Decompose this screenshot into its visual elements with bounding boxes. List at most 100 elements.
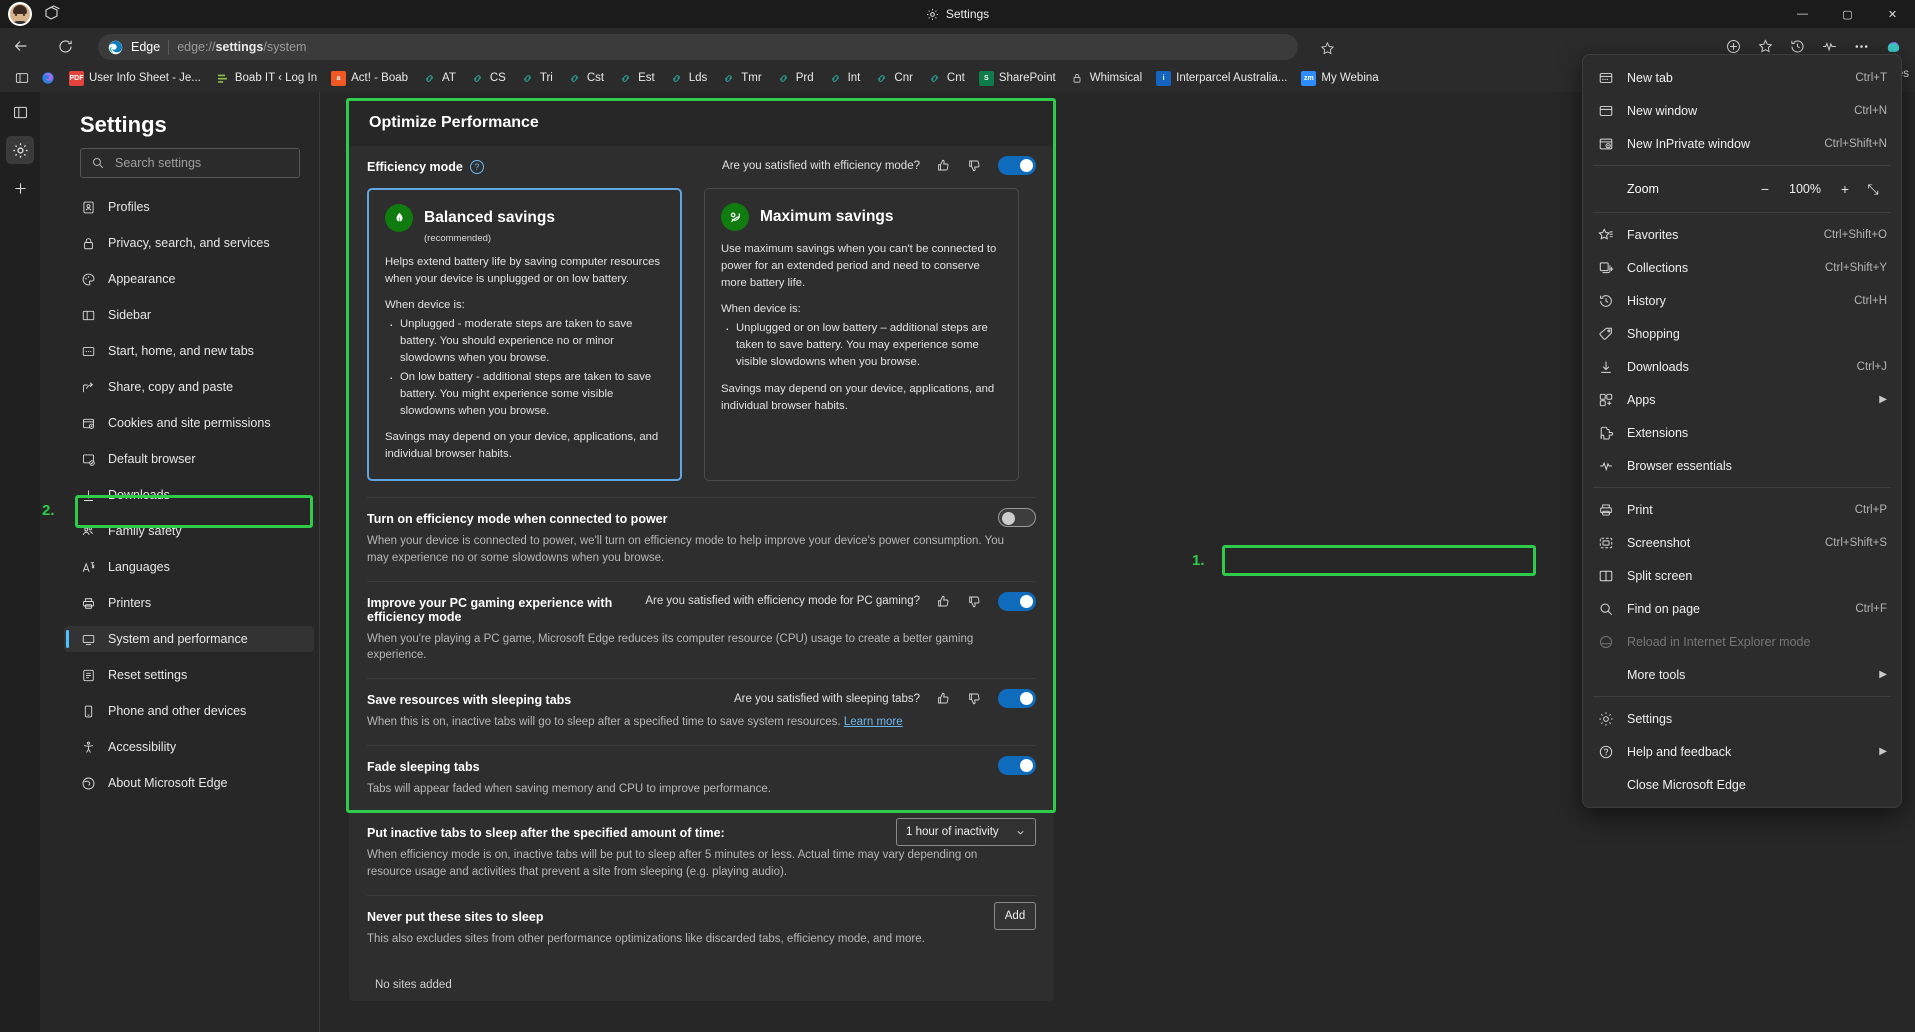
menu-item-apps[interactable]: Apps ▶	[1583, 383, 1901, 416]
bookmark-item[interactable]: Cst	[560, 67, 611, 89]
bookmark-item[interactable]: i Interparcel Australia...	[1149, 67, 1294, 89]
menu-item-favorites[interactable]: Favorites Ctrl+Shift+O	[1583, 218, 1901, 251]
thumbs-down-icon[interactable]	[967, 594, 982, 609]
heartbeat-icon	[1597, 457, 1614, 474]
menu-item-collections[interactable]: Collections Ctrl+Shift+Y	[1583, 251, 1901, 284]
sidebar-item-label: Privacy, search, and services	[108, 236, 270, 250]
menu-item-screenshot[interactable]: Screenshot Ctrl+Shift+S	[1583, 526, 1901, 559]
setting-toggle[interactable]	[998, 689, 1036, 708]
default-browser-icon	[80, 451, 96, 467]
menu-item-close-microsoft-edge[interactable]: Close Microsoft Edge	[1583, 768, 1901, 801]
tab-actions-icon[interactable]	[6, 98, 34, 126]
thumbs-down-icon[interactable]	[967, 691, 982, 706]
family-icon	[80, 523, 96, 539]
sidebar-item-about-microsoft-edge[interactable]: About Microsoft Edge	[64, 770, 314, 796]
bookmark-item[interactable]: Tmr	[714, 67, 768, 89]
bookmark-item[interactable]: AT	[415, 67, 463, 89]
sidebar-item-privacy-search-and-services[interactable]: Privacy, search, and services	[64, 230, 314, 256]
zoom-out-button[interactable]: −	[1751, 176, 1779, 202]
efficiency-mode-toggle[interactable]	[998, 156, 1036, 175]
bookmark-item[interactable]: S SharePoint	[972, 67, 1063, 89]
menu-item-settings[interactable]: Settings	[1583, 702, 1901, 735]
menu-item-more-tools[interactable]: More tools ▶	[1583, 658, 1901, 691]
bookmark-item[interactable]	[36, 67, 62, 89]
sidebar-item-appearance[interactable]: Appearance	[64, 266, 314, 292]
setting-row: Save resources with sleeping tabs When th…	[367, 679, 1036, 746]
sidebar-item-downloads[interactable]: Downloads	[64, 482, 314, 508]
menu-item-find-on-page[interactable]: Find on page Ctrl+F	[1583, 592, 1901, 625]
sidebar-item-accessibility[interactable]: Accessibility	[64, 734, 314, 760]
menu-item-downloads[interactable]: Downloads Ctrl+J	[1583, 350, 1901, 383]
setting-toggle[interactable]	[998, 591, 1036, 611]
minimize-button[interactable]: —	[1780, 0, 1825, 28]
maximize-button[interactable]: ▢	[1825, 0, 1870, 28]
sidebar-item-languages[interactable]: Languages	[64, 554, 314, 580]
row-description: When this is on, inactive tabs will go t…	[367, 714, 1007, 731]
sidebar-item-cookies-and-site-permissions[interactable]: Cookies and site permissions	[64, 410, 314, 436]
bookmark-item[interactable]: Tri	[513, 67, 560, 89]
bookmark-item[interactable]: Prd	[769, 67, 821, 89]
sidebar-item-default-browser[interactable]: Default browser	[64, 446, 314, 472]
sidebar-item-sidebar[interactable]: Sidebar	[64, 302, 314, 328]
bookmark-item[interactable]: Whimsical	[1063, 67, 1149, 89]
close-button[interactable]: ✕	[1870, 0, 1915, 28]
back-icon[interactable]	[6, 31, 36, 61]
menu-item-label: Apps	[1627, 392, 1656, 407]
menu-item-new-window[interactable]: New window Ctrl+N	[1583, 94, 1901, 127]
thumbs-up-icon[interactable]	[936, 158, 951, 173]
setting-toggle[interactable]	[998, 755, 1036, 775]
thumbs-up-icon[interactable]	[936, 594, 951, 609]
menu-item-print[interactable]: Print Ctrl+P	[1583, 493, 1901, 526]
menu-item-help-and-feedback[interactable]: Help and feedback ▶	[1583, 735, 1901, 768]
sleep-timer-select[interactable]: 1 hour of inactivity	[896, 818, 1036, 847]
zoom-in-button[interactable]: +	[1831, 176, 1859, 202]
search-settings-box[interactable]	[80, 148, 300, 178]
bookmark-item[interactable]: Lds	[662, 67, 715, 89]
fullscreen-button[interactable]: ⤡	[1859, 176, 1887, 202]
bookmark-item[interactable]: a Act! - Boab	[324, 67, 415, 89]
thumbs-up-icon[interactable]	[936, 691, 951, 706]
add-tab-icon[interactable]	[6, 174, 34, 202]
bookmark-item[interactable]: zm My Webina	[1294, 67, 1385, 89]
settings-rail-icon[interactable]	[6, 136, 34, 164]
add-site-button[interactable]: Add	[994, 901, 1036, 930]
menu-item-label: Settings	[1627, 711, 1673, 726]
sidebar-item-system-and-performance[interactable]: System and performance	[64, 626, 314, 652]
help-icon[interactable]: ?	[469, 160, 484, 174]
bookmark-item[interactable]: CS	[463, 67, 513, 89]
sidebar-item-phone-and-other-devices[interactable]: Phone and other devices	[64, 698, 314, 724]
card-header: Balanced savings	[385, 204, 664, 232]
sidebar-item-printers[interactable]: Printers	[64, 590, 314, 616]
favorite-star-icon[interactable]	[1320, 41, 1335, 56]
bookmark-item[interactable]: Cnt	[920, 67, 972, 89]
sidebar-item-start-home-and-new-tabs[interactable]: Start, home, and new tabs	[64, 338, 314, 364]
savings-card-balanced[interactable]: Balanced savings (recommended) Helps exten…	[367, 188, 682, 482]
address-bar[interactable]: Edge edge://settings/system	[98, 34, 1298, 60]
sidebar-item-profiles[interactable]: Profiles	[64, 194, 314, 220]
sidebar-item-reset-settings[interactable]: Reset settings	[64, 662, 314, 688]
menu-item-reload-in-internet-explorer-mode[interactable]: Reload in Internet Explorer mode	[1583, 625, 1901, 658]
menu-item-new-inprivate-window[interactable]: New InPrivate window Ctrl+Shift+N	[1583, 127, 1901, 160]
learn-more-link[interactable]: Learn more	[844, 716, 903, 728]
setting-toggle[interactable]	[998, 508, 1036, 528]
menu-item-extensions[interactable]: Extensions	[1583, 416, 1901, 449]
bookmark-favicon	[567, 71, 582, 86]
menu-item-browser-essentials[interactable]: Browser essentials	[1583, 449, 1901, 482]
bookmark-item[interactable]: Cnr	[867, 67, 920, 89]
bookmark-item[interactable]: Boab IT ‹ Log In	[208, 67, 324, 89]
bookmark-item[interactable]: Int	[821, 67, 868, 89]
menu-item-shopping[interactable]: Shopping	[1583, 317, 1901, 350]
menu-item-history[interactable]: History Ctrl+H	[1583, 284, 1901, 317]
menu-item-split-screen[interactable]: Split screen	[1583, 559, 1901, 592]
bookmark-item[interactable]: Est	[611, 67, 662, 89]
refresh-icon[interactable]	[50, 31, 80, 61]
search-input[interactable]	[115, 156, 285, 170]
thumbs-down-icon[interactable]	[967, 158, 982, 173]
sidebar-item-share-copy-and-paste[interactable]: Share, copy and paste	[64, 374, 314, 400]
bookmark-manager-icon[interactable]	[8, 66, 36, 90]
bookmark-item[interactable]: PDF User Info Sheet - Je...	[62, 67, 208, 89]
savings-card-maximum[interactable]: Maximum savings Use maximum savings when …	[704, 188, 1019, 482]
menu-item-new-tab[interactable]: New tab Ctrl+T	[1583, 61, 1901, 94]
sidebar-item-family-safety[interactable]: Family safety	[64, 518, 314, 544]
card-footer: Savings may depend on your device, appli…	[721, 382, 995, 412]
